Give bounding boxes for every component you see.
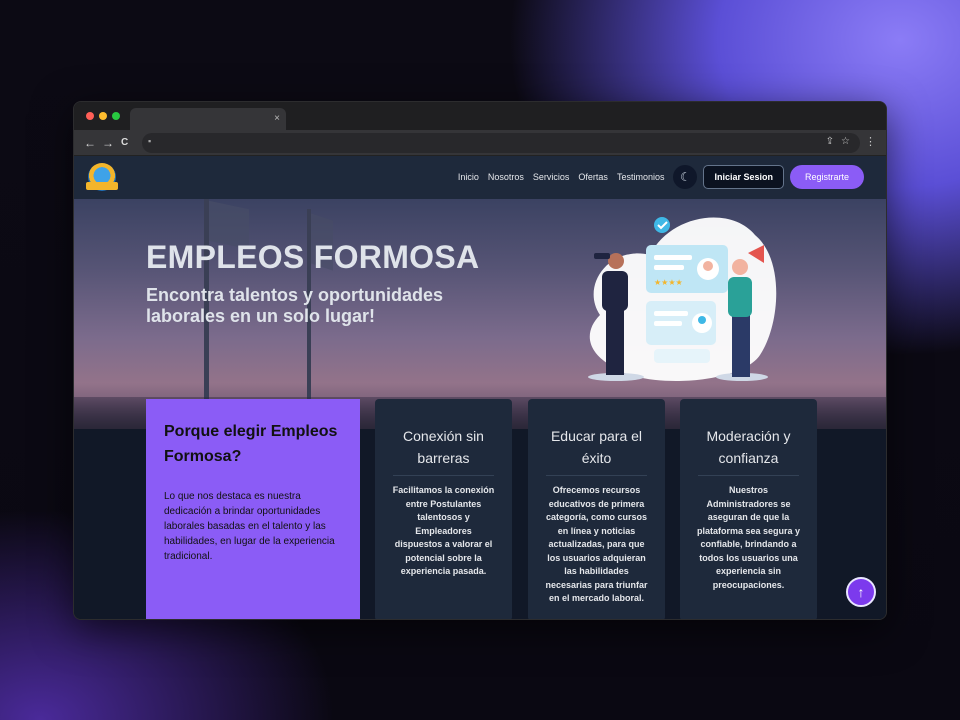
browser-tab[interactable]: × [130, 108, 286, 130]
why-choose-title: Porque elegir Empleos Formosa? [164, 423, 338, 465]
address-bar: ← → C ▪ ⇪ ☆ ⋮ [74, 130, 886, 156]
nav-link-servicios[interactable]: Servicios [533, 172, 570, 182]
feature-card: Educar para el éxito Ofrecemos recursos … [528, 399, 665, 619]
nav-link-testimonios[interactable]: Testimonios [617, 172, 665, 182]
forward-icon[interactable]: → [102, 135, 114, 151]
browser-menu-icon[interactable]: ⋮ [865, 135, 876, 148]
nav-link-nosotros[interactable]: Nosotros [488, 172, 524, 182]
hero-section: EMPLEOS FORMOSA Encontra talentos y opor… [74, 199, 886, 429]
why-choose-text: Lo que nos destaca es nuestra dedicación… [164, 491, 335, 562]
nav-link-ofertas[interactable]: Ofertas [578, 172, 608, 182]
browser-window: × ← → C ▪ ⇪ ☆ ⋮ Inicio Nosotros Servicio… [73, 101, 887, 620]
url-input[interactable]: ▪ ⇪ ☆ [142, 133, 860, 153]
minimize-window-icon[interactable] [99, 112, 107, 120]
tab-close-icon[interactable]: × [274, 111, 280, 127]
hero-title: EMPLEOS FORMOSA [146, 239, 480, 275]
lock-icon: ▪ [148, 136, 152, 146]
feature-text: Facilitamos la conexión entre Postulante… [392, 485, 495, 576]
divider [393, 475, 494, 476]
scroll-to-top-button[interactable]: ↑ [846, 577, 876, 607]
hero-subtitle: Encontra talentos y oportunidades labora… [146, 285, 444, 326]
divider [698, 475, 799, 476]
feature-text: Nuestros Administradores se aseguran de … [696, 485, 801, 590]
register-button[interactable]: Registrarte [790, 165, 864, 189]
arrow-up-icon: ↑ [857, 584, 865, 600]
nav-link-inicio[interactable]: Inicio [458, 172, 479, 182]
reload-icon[interactable]: C [121, 135, 128, 151]
hiring-illustration: ★★★★ [588, 217, 777, 382]
svg-text:★★★★: ★★★★ [654, 278, 683, 287]
bookmark-star-icon[interactable]: ☆ [841, 136, 850, 147]
login-button[interactable]: Iniciar Sesion [703, 165, 784, 189]
why-choose-card: Porque elegir Empleos Formosa? Lo que no… [146, 399, 360, 619]
site-navbar: Inicio Nosotros Servicios Ofertas Testim… [74, 156, 886, 199]
divider [546, 475, 647, 476]
website: Inicio Nosotros Servicios Ofertas Testim… [74, 156, 886, 619]
feature-title: Educar para el éxito [550, 428, 643, 466]
nav-menu: Inicio Nosotros Servicios Ofertas Testim… [458, 165, 864, 189]
feature-card: Moderación y confianza Nuestros Administ… [680, 399, 817, 619]
feature-title: Moderación y confianza [706, 428, 791, 466]
dark-mode-moon-icon[interactable]: ☾ [673, 165, 698, 189]
share-icon[interactable]: ⇪ [826, 136, 834, 147]
feature-text: Ofrecemos recursos educativos de primera… [545, 485, 648, 603]
maximize-window-icon[interactable] [112, 112, 120, 120]
logo-ribbon [86, 182, 118, 190]
tab-bar: × [74, 102, 886, 130]
feature-title: Conexión sin barreras [403, 428, 484, 466]
close-window-icon[interactable] [86, 112, 94, 120]
features-section: Porque elegir Empleos Formosa? Lo que no… [74, 399, 886, 619]
feature-card: Conexión sin barreras Facilitamos la con… [375, 399, 512, 619]
back-icon[interactable]: ← [84, 135, 96, 151]
